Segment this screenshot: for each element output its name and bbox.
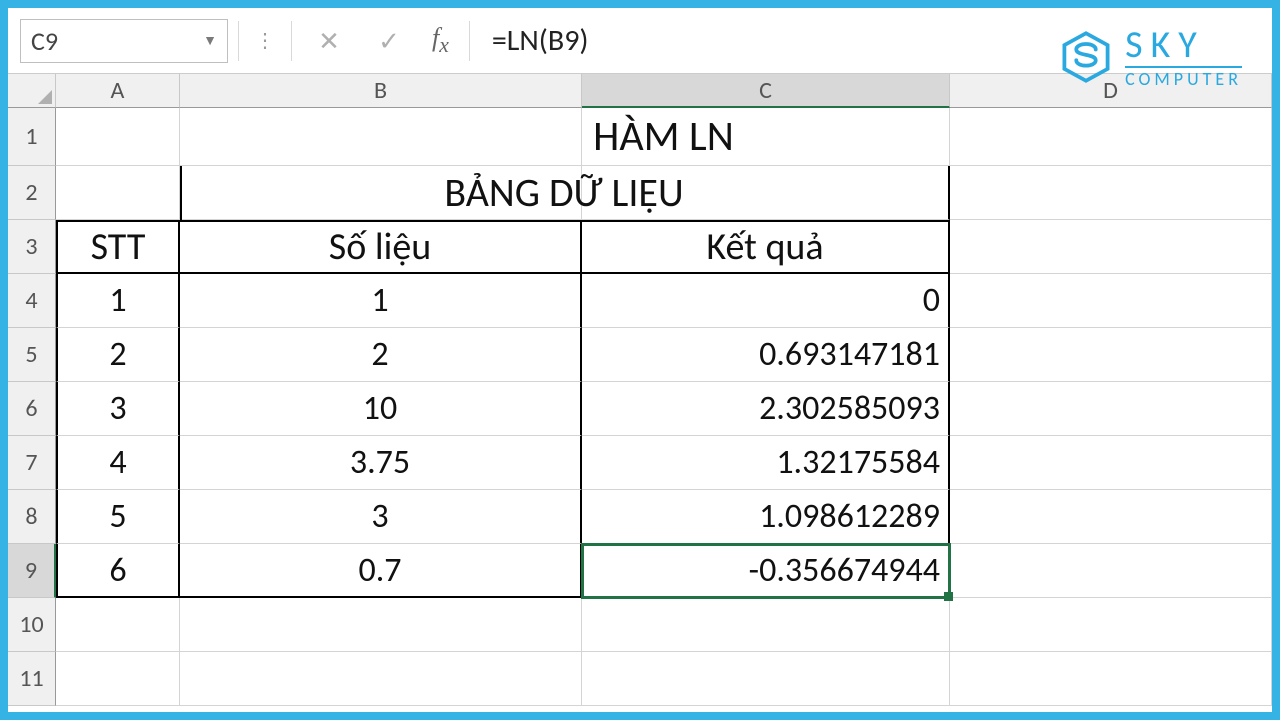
cell-B5[interactable]: 2 [180, 328, 582, 382]
chevron-down-icon[interactable]: ▼ [203, 32, 217, 49]
name-box[interactable]: C9 ▼ [20, 19, 228, 63]
row-headers: 1234567891011 [8, 108, 56, 712]
title-ham-ln: HÀM LN [56, 108, 1272, 166]
cell-B8[interactable]: 3 [180, 490, 582, 544]
cell-B7[interactable]: 3.75 [180, 436, 582, 490]
cell-D8[interactable] [950, 490, 1272, 544]
more-icon[interactable]: ⋮ [249, 28, 281, 53]
cell-A5[interactable]: 2 [56, 328, 180, 382]
cell-D5[interactable] [950, 328, 1272, 382]
row-header-2[interactable]: 2 [8, 166, 56, 220]
cell-C5[interactable]: 0.693147181 [582, 328, 950, 382]
divider [469, 21, 470, 61]
row-header-9[interactable]: 9 [8, 544, 56, 598]
cell-D9[interactable] [950, 544, 1272, 598]
cell-A7[interactable]: 4 [56, 436, 180, 490]
row-header-4[interactable]: 4 [8, 274, 56, 328]
cell-D6[interactable] [950, 382, 1272, 436]
divider [291, 21, 292, 61]
fill-handle[interactable] [944, 592, 953, 601]
cells-area[interactable]: HÀM LNBẢNG DỮ LIỆUSTTSố liệuKết quả11022… [56, 108, 1272, 712]
cell-B4[interactable]: 1 [180, 274, 582, 328]
row-header-5[interactable]: 5 [8, 328, 56, 382]
cell-C4[interactable]: 0 [582, 274, 950, 328]
cell-C11[interactable] [582, 652, 950, 706]
cell-C8[interactable]: 1.098612289 [582, 490, 950, 544]
cell-A10[interactable] [56, 598, 180, 652]
divider [238, 21, 239, 61]
formula-input[interactable]: =LN(B9) [480, 19, 900, 63]
cell-B3[interactable]: Số liệu [180, 220, 582, 274]
cell-D11[interactable] [950, 652, 1272, 706]
cell-D4[interactable] [950, 274, 1272, 328]
row-header-11[interactable]: 11 [8, 652, 56, 706]
cell-D10[interactable] [950, 598, 1272, 652]
cancel-icon[interactable]: ✕ [302, 21, 356, 61]
logo-mark-icon [1059, 30, 1113, 84]
enter-check-icon[interactable]: ✓ [362, 21, 416, 61]
cell-B9[interactable]: 0.7 [180, 544, 582, 598]
cell-B6[interactable]: 10 [180, 382, 582, 436]
cell-D3[interactable] [950, 220, 1272, 274]
row-header-10[interactable]: 10 [8, 598, 56, 652]
logo-text-sky: SKY [1125, 26, 1242, 64]
cell-A2[interactable] [56, 166, 180, 220]
cell-D7[interactable] [950, 436, 1272, 490]
fx-icon[interactable]: fx [422, 23, 459, 58]
column-header-C[interactable]: C [582, 74, 950, 108]
cell-C3[interactable]: Kết quả [582, 220, 950, 274]
cell-C9[interactable]: -0.356674944 [582, 544, 950, 598]
cell-A8[interactable]: 5 [56, 490, 180, 544]
row-header-1[interactable]: 1 [8, 108, 56, 166]
cell-C10[interactable] [582, 598, 950, 652]
select-all-corner[interactable] [8, 74, 56, 108]
cell-D2[interactable] [950, 166, 1272, 220]
cell-A3[interactable]: STT [56, 220, 180, 274]
cell-A11[interactable] [56, 652, 180, 706]
logo-text-computer: COMPUTER [1125, 70, 1242, 88]
cell-A9[interactable]: 6 [56, 544, 180, 598]
column-header-B[interactable]: B [180, 74, 582, 108]
cell-A6[interactable]: 3 [56, 382, 180, 436]
cell-C6[interactable]: 2.302585093 [582, 382, 950, 436]
spreadsheet-grid: ABCD 1234567891011 HÀM LNBẢNG DỮ LIỆUSTT… [8, 74, 1272, 712]
row-header-3[interactable]: 3 [8, 220, 56, 274]
row-header-8[interactable]: 8 [8, 490, 56, 544]
title-bang-du-lieu: BẢNG DỮ LIỆU [180, 166, 950, 220]
column-header-A[interactable]: A [56, 74, 180, 108]
cell-C7[interactable]: 1.32175584 [582, 436, 950, 490]
cell-A4[interactable]: 1 [56, 274, 180, 328]
name-box-value: C9 [31, 25, 58, 57]
formula-text: =LN(B9) [492, 22, 589, 59]
row-header-7[interactable]: 7 [8, 436, 56, 490]
cell-B11[interactable] [180, 652, 582, 706]
row-header-6[interactable]: 6 [8, 382, 56, 436]
brand-logo: SKY COMPUTER [1059, 26, 1242, 88]
cell-B10[interactable] [180, 598, 582, 652]
excel-window: C9 ▼ ⋮ ✕ ✓ fx =LN(B9) SKY COMPUTER ABCD … [8, 8, 1272, 712]
